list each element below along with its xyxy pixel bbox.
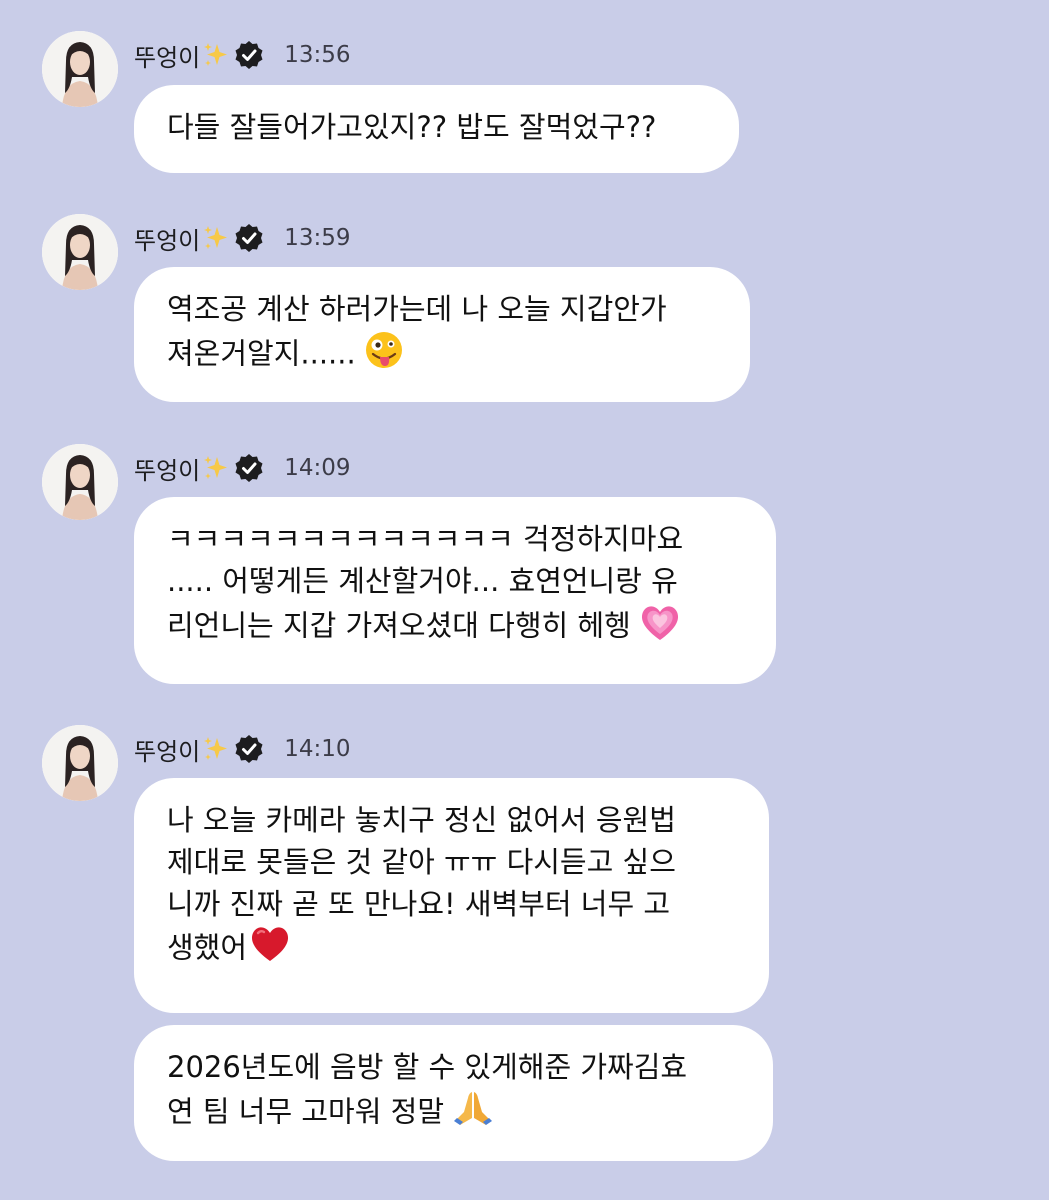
message-text: 2026년도에 음방 할 수 있게해준 가짜김효: [167, 1050, 688, 1084]
zany-face-emoji: [364, 330, 404, 381]
message-text: 제대로 못들은 것 같아 ㅠㅠ 다시듣고 싶으: [167, 845, 676, 879]
message-time: 14:09: [284, 455, 351, 481]
verified-badge-icon: [234, 453, 264, 483]
sparkles-icon: [202, 41, 230, 69]
sender-name[interactable]: 뚜엉이: [134, 451, 200, 486]
verified-badge-icon: [234, 223, 264, 253]
message-meta: 뚜엉이 14:09: [134, 450, 351, 486]
sparkles-icon: [202, 454, 230, 482]
message-bubble[interactable]: 다들 잘들어가고있지?? 밥도 잘먹었구??: [134, 85, 739, 173]
message-bubble[interactable]: 나 오늘 카메라 놓치구 정신 없어서 응원법 제대로 못들은 것 같아 ㅠㅠ …: [134, 778, 769, 1013]
growing-heart-emoji: [639, 602, 681, 653]
sender-name[interactable]: 뚜엉이: [134, 732, 200, 767]
message-time: 14:10: [284, 736, 351, 762]
message-text: ..... 어떻게든 계산할거야... 효연언니랑 유: [167, 564, 678, 598]
folded-hands-emoji: [452, 1088, 494, 1139]
verified-badge-icon: [234, 734, 264, 764]
message-bubble[interactable]: ㅋㅋㅋㅋㅋㅋㅋㅋㅋㅋㅋㅋㅋ 걱정하지마요 ..... 어떻게든 계산할거야...…: [134, 497, 776, 684]
avatar[interactable]: [42, 31, 118, 107]
message-text-line: 연 팀 너무 고마워 정말: [167, 1088, 740, 1139]
message-text: 다들 잘들어가고있지?? 밥도 잘먹었구??: [167, 110, 657, 144]
sparkles-icon: [202, 735, 230, 763]
verified-badge-icon: [234, 40, 264, 70]
message-meta: 뚜엉이 14:10: [134, 731, 351, 767]
message-bubble[interactable]: 역조공 계산 하러가는데 나 오늘 지갑안가 져온거알지......: [134, 267, 750, 402]
message-text: 나 오늘 카메라 놓치구 정신 없어서 응원법: [167, 803, 676, 837]
red-heart-emoji: [249, 925, 291, 974]
avatar[interactable]: [42, 214, 118, 290]
message-text-line: 리언니는 지갑 가져오셨대 다행히 헤헹: [167, 602, 743, 653]
message-text: 져온거알지......: [167, 336, 356, 371]
message-text-line: 생했어: [167, 925, 736, 974]
message-text-line: 져온거알지......: [167, 330, 717, 381]
avatar[interactable]: [42, 725, 118, 801]
message-text: ㅋㅋㅋㅋㅋㅋㅋㅋㅋㅋㅋㅋㅋ 걱정하지마요: [167, 522, 684, 556]
avatar[interactable]: [42, 444, 118, 520]
message-meta: 뚜엉이 13:59: [134, 220, 351, 256]
message-meta: 뚜엉이 13:56: [134, 37, 351, 73]
chat-window: 뚜엉이 13:56 다들 잘들어가고있지?? 밥도 잘먹었구?? 뚜엉이 13:…: [0, 0, 1049, 1200]
message-time: 13:56: [284, 42, 351, 68]
message-text: 니까 진짜 곧 또 만나요! 새벽부터 너무 고: [167, 887, 671, 921]
message-text: 연 팀 너무 고마워 정말: [167, 1094, 444, 1129]
sparkles-icon: [202, 224, 230, 252]
message-bubble[interactable]: 2026년도에 음방 할 수 있게해준 가짜김효 연 팀 너무 고마워 정말: [134, 1025, 773, 1161]
message-time: 13:59: [284, 225, 351, 251]
sender-name[interactable]: 뚜엉이: [134, 38, 200, 73]
message-text: 역조공 계산 하러가는데 나 오늘 지갑안가: [167, 292, 667, 326]
sender-name[interactable]: 뚜엉이: [134, 221, 200, 256]
message-text: 생했어: [167, 930, 248, 965]
message-text: 리언니는 지갑 가져오셨대 다행히 헤헹: [167, 608, 631, 643]
